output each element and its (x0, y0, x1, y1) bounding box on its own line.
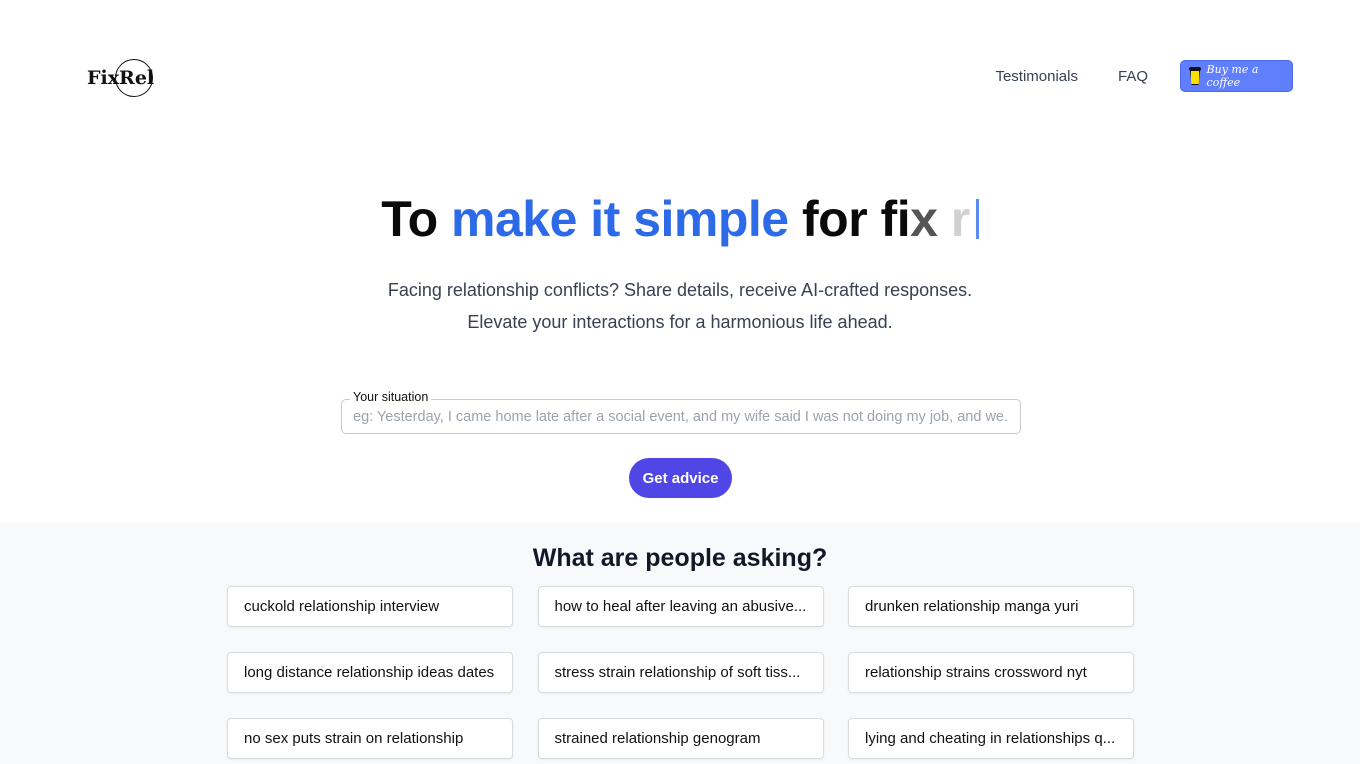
question-card[interactable]: cuckold relationship interview (227, 586, 513, 627)
question-card[interactable]: no sex puts strain on relationship (227, 718, 513, 759)
buy-me-a-coffee-button[interactable]: Buy me a coffee (1180, 60, 1293, 92)
question-card[interactable]: relationship strains crossword nyt (848, 652, 1134, 693)
hero-title: To make it simple for fix r (0, 190, 1360, 248)
question-card[interactable]: how to heal after leaving an abusive... (537, 586, 824, 627)
question-card[interactable]: strained relationship genogram (537, 718, 824, 759)
subtitle-line: Elevate your interactions for a harmonio… (467, 312, 893, 332)
coffee-label: Buy me a coffee (1206, 63, 1259, 89)
nav-faq[interactable]: FAQ (1118, 68, 1148, 85)
coffee-cup-icon (1189, 67, 1201, 85)
title-typing: x (910, 191, 938, 247)
question-card[interactable]: long distance relationship ideas dates (227, 652, 513, 693)
top-nav: Testimonials FAQ Buy me a coffee (995, 60, 1293, 92)
typing-caret (975, 199, 979, 239)
question-card[interactable]: stress strain relationship of soft tiss.… (537, 652, 824, 693)
section-title: What are people asking? (532, 544, 828, 572)
title-highlight: make it simple (451, 191, 789, 247)
logo-text: FixRel (87, 67, 155, 89)
hero-subtitle: Facing relationship conflicts? Share det… (0, 274, 1360, 338)
situation-field: Your situation (341, 390, 1021, 434)
get-advice-button[interactable]: Get advice (629, 458, 732, 498)
title-typing-fade: r (937, 191, 970, 247)
title-part: To (381, 191, 451, 247)
subtitle-line: Facing relationship conflicts? Share det… (387, 280, 973, 300)
nav-testimonials[interactable]: Testimonials (995, 68, 1078, 85)
question-card[interactable]: drunken relationship manga yuri (848, 586, 1134, 627)
question-card[interactable]: lying and cheating in relationships q... (848, 718, 1134, 759)
situation-input[interactable] (342, 400, 1020, 433)
questions-grid: cuckold relationship interview how to he… (227, 586, 1134, 759)
logo[interactable]: FixRel (87, 59, 155, 97)
title-part: for fi (788, 191, 911, 247)
situation-label: Your situation (350, 390, 432, 404)
people-asking-section: What are people asking? cuckold relation… (0, 522, 1360, 764)
